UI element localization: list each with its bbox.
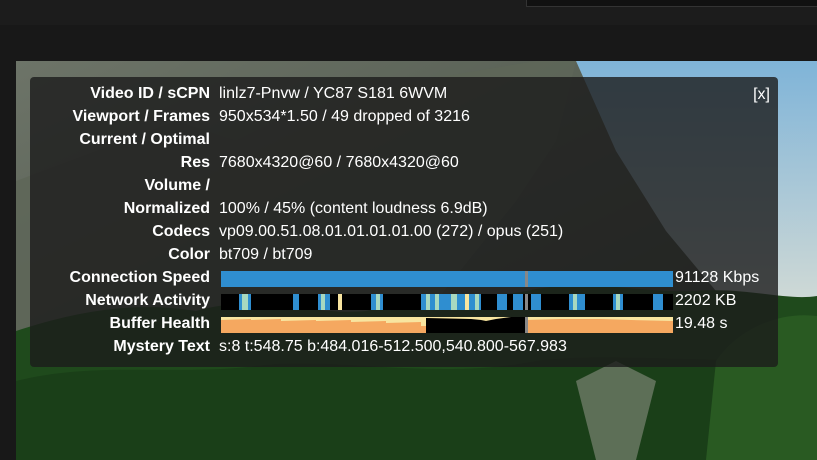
network-activity-value: 2202 KB [675, 292, 737, 309]
normalized-label: Normalized [123, 200, 210, 217]
buffer-health-graph [221, 317, 673, 333]
volume-label: Volume / [144, 177, 211, 194]
current-optimal-label: Current / Optimal [79, 131, 210, 148]
res-value: 7680x4320@60 / 7680x4320@60 [219, 154, 459, 171]
network-activity-label: Network Activity [85, 292, 210, 309]
codecs-value: vp09.00.51.08.01.01.01.01.00 (272) / opu… [219, 223, 564, 240]
video-id-label: Video ID / sCPN [90, 85, 210, 102]
viewport-frames-value: 950x534*1.50 / 49 dropped of 3216 [219, 108, 470, 125]
connection-speed-bar [221, 271, 525, 287]
top-bar-search-box[interactable] [526, 0, 817, 7]
connection-speed-label: Connection Speed [69, 269, 210, 286]
buffer-health-label: Buffer Health [109, 315, 210, 332]
stats-for-nerds-panel: [x] Video ID / sCPN linlz7-Pnvw / YC87 S… [30, 77, 778, 367]
normalized-value: 100% / 45% (content loudness 6.9dB) [219, 200, 488, 217]
connection-speed-value: 91128 Kbps [675, 269, 760, 286]
color-value: bt709 / bt709 [219, 246, 313, 263]
connection-speed-bar [528, 271, 673, 287]
connection-speed-graph [221, 271, 673, 287]
top-bar [0, 0, 817, 25]
viewport-frames-label: Viewport / Frames [72, 108, 210, 125]
network-activity-graph [221, 294, 673, 310]
close-button[interactable]: [x] [753, 86, 770, 104]
mystery-text-value: s:8 t:548.75 b:484.016-512.500,540.800-5… [219, 338, 567, 355]
buffer-health-value: 19.48 s [675, 315, 728, 332]
res-label: Res [180, 154, 210, 171]
video-id-value: linlz7-Pnvw / YC87 S181 6WVM [219, 85, 448, 102]
codecs-label: Codecs [152, 223, 210, 240]
color-label: Color [168, 246, 210, 263]
mystery-text-label: Mystery Text [113, 338, 210, 355]
